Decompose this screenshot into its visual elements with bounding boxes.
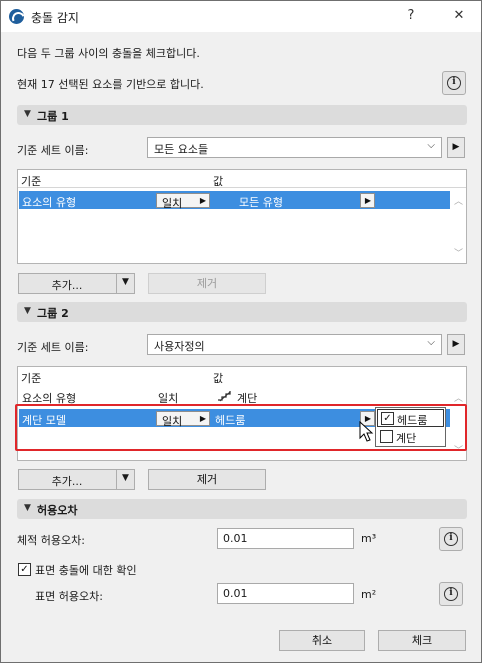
value-options-popup[interactable]: ✓ 헤드룸 계단 [375,407,446,447]
right-arrow-icon: ▶ [199,196,206,205]
group2-col-value: 값 [213,372,224,385]
group2-col-criterion: 기준 [21,372,42,385]
popup-option-stair[interactable]: 계단 [377,428,444,446]
stair-icon [217,388,233,405]
row-criterion: 요소의 유형 [22,196,77,209]
surface-unit: m² [361,588,377,601]
group2-header[interactable]: ▼ 그룹 2 [17,302,467,322]
split-divider [116,470,117,489]
group2-list-header: 기준 값 [18,367,466,385]
volume-info-button[interactable]: i [439,527,463,551]
intro-text: 다음 두 그룹 사이의 충돌을 체크합니다. [17,47,200,60]
title-bar: 충돌 감지 ? ✕ [1,1,481,32]
group1-criteria-list[interactable]: 기준 값 요소의 유형 일치 ▶ 모든 유형 ▶ ︿ ﹀ [17,169,467,264]
close-button[interactable]: ✕ [447,5,471,27]
volume-tolerance-label: 체적 허용오차: [17,534,85,547]
split-divider [116,274,117,293]
scroll-up-icon[interactable]: ︿ [454,194,463,207]
operator-label: 일치 [162,197,183,210]
chevron-down-icon: ⌵ [427,337,435,348]
volume-tolerance-input[interactable]: 0.01 [217,528,354,549]
group2-set-label: 기준 세트 이름: [17,341,89,354]
help-button[interactable]: ? [399,5,423,27]
info-icon: i [447,76,461,90]
cancel-button[interactable]: 취소 [279,630,365,651]
stair-checkbox[interactable] [380,430,393,443]
surface-tolerance-value: 0.01 [223,587,248,600]
surface-check-checkbox[interactable]: ✓ [18,563,31,576]
group1-set-label: 기준 세트 이름: [17,144,89,157]
value-menu-button[interactable]: ▶ [360,193,375,208]
table-row[interactable]: 요소의 유형 일치 ▶ 모든 유형 ▶ [19,191,450,210]
scroll-up-icon[interactable]: ︿ [454,391,463,404]
mouse-pointer-icon [359,420,375,446]
check-button[interactable]: 체크 [378,630,466,651]
selection-info-text: 현재 17 선택된 요소를 기반으로 합니다. [17,78,204,91]
group1-header[interactable]: ▼ 그룹 1 [17,105,467,125]
right-arrow-icon: ▶ [364,196,371,205]
volume-tolerance-value: 0.01 [223,532,248,545]
collapse-icon: ▼ [24,109,31,119]
group2-title: 그룹 2 [37,307,69,320]
group1-col-criterion: 기준 [21,175,42,188]
caret-down-icon[interactable]: ▼ [122,473,129,483]
group1-remove-button[interactable]: 제거 [148,273,266,294]
app-logo-icon [9,9,24,24]
row-value: 모든 유형 [239,196,283,209]
table-row[interactable]: 요소의 유형 일치 계단 [19,387,450,405]
clash-detection-dialog: 충돌 감지 ? ✕ 다음 두 그룹 사이의 충돌을 체크합니다. 현재 17 선… [0,0,482,663]
surface-info-button[interactable]: i [439,582,463,606]
window-title: 충돌 감지 [31,11,79,25]
option-label: 헤드룸 [397,414,428,427]
option-label: 계단 [396,432,417,445]
group1-set-value: 모든 요소들 [154,143,209,156]
popup-option-headroom[interactable]: ✓ 헤드룸 [377,409,444,427]
group1-title: 그룹 1 [37,110,69,123]
headroom-checkbox[interactable]: ✓ [381,412,394,425]
surface-tolerance-label: 표면 허용오차: [35,590,103,603]
info-icon: i [444,587,458,601]
tolerance-title: 허용오차 [37,504,78,517]
group1-add-button[interactable]: 추가... ▼ [18,273,135,294]
surface-check-label[interactable]: 표면 충돌에 대한 확인 [35,562,137,578]
group1-set-menu-button[interactable]: ▶ [447,137,465,158]
add-label: 추가... [51,279,83,292]
volume-unit: m³ [361,532,377,545]
group1-col-value: 값 [213,175,224,188]
collapse-icon: ▼ [24,503,31,513]
info-button[interactable]: i [442,71,466,95]
group2-set-select[interactable]: 사용자정의 ⌵ [147,334,442,355]
scroll-down-icon[interactable]: ﹀ [454,246,463,259]
group2-remove-button[interactable]: 제거 [148,469,266,490]
add-label: 추가... [51,475,83,488]
group2-set-menu-button[interactable]: ▶ [447,334,465,355]
collapse-icon: ▼ [24,306,31,316]
group2-set-value: 사용자정의 [154,340,205,353]
group1-set-select[interactable]: 모든 요소들 ⌵ [147,137,442,158]
group2-add-button[interactable]: 추가... ▼ [18,469,135,490]
tolerance-header[interactable]: ▼ 허용오차 [17,499,467,519]
surface-tolerance-input[interactable]: 0.01 [217,583,354,604]
chevron-down-icon: ⌵ [427,140,435,151]
operator-select[interactable]: 일치 ▶ [156,193,210,210]
info-icon: i [444,532,458,546]
group1-list-header: 기준 값 [18,170,466,188]
caret-down-icon[interactable]: ▼ [122,277,129,287]
